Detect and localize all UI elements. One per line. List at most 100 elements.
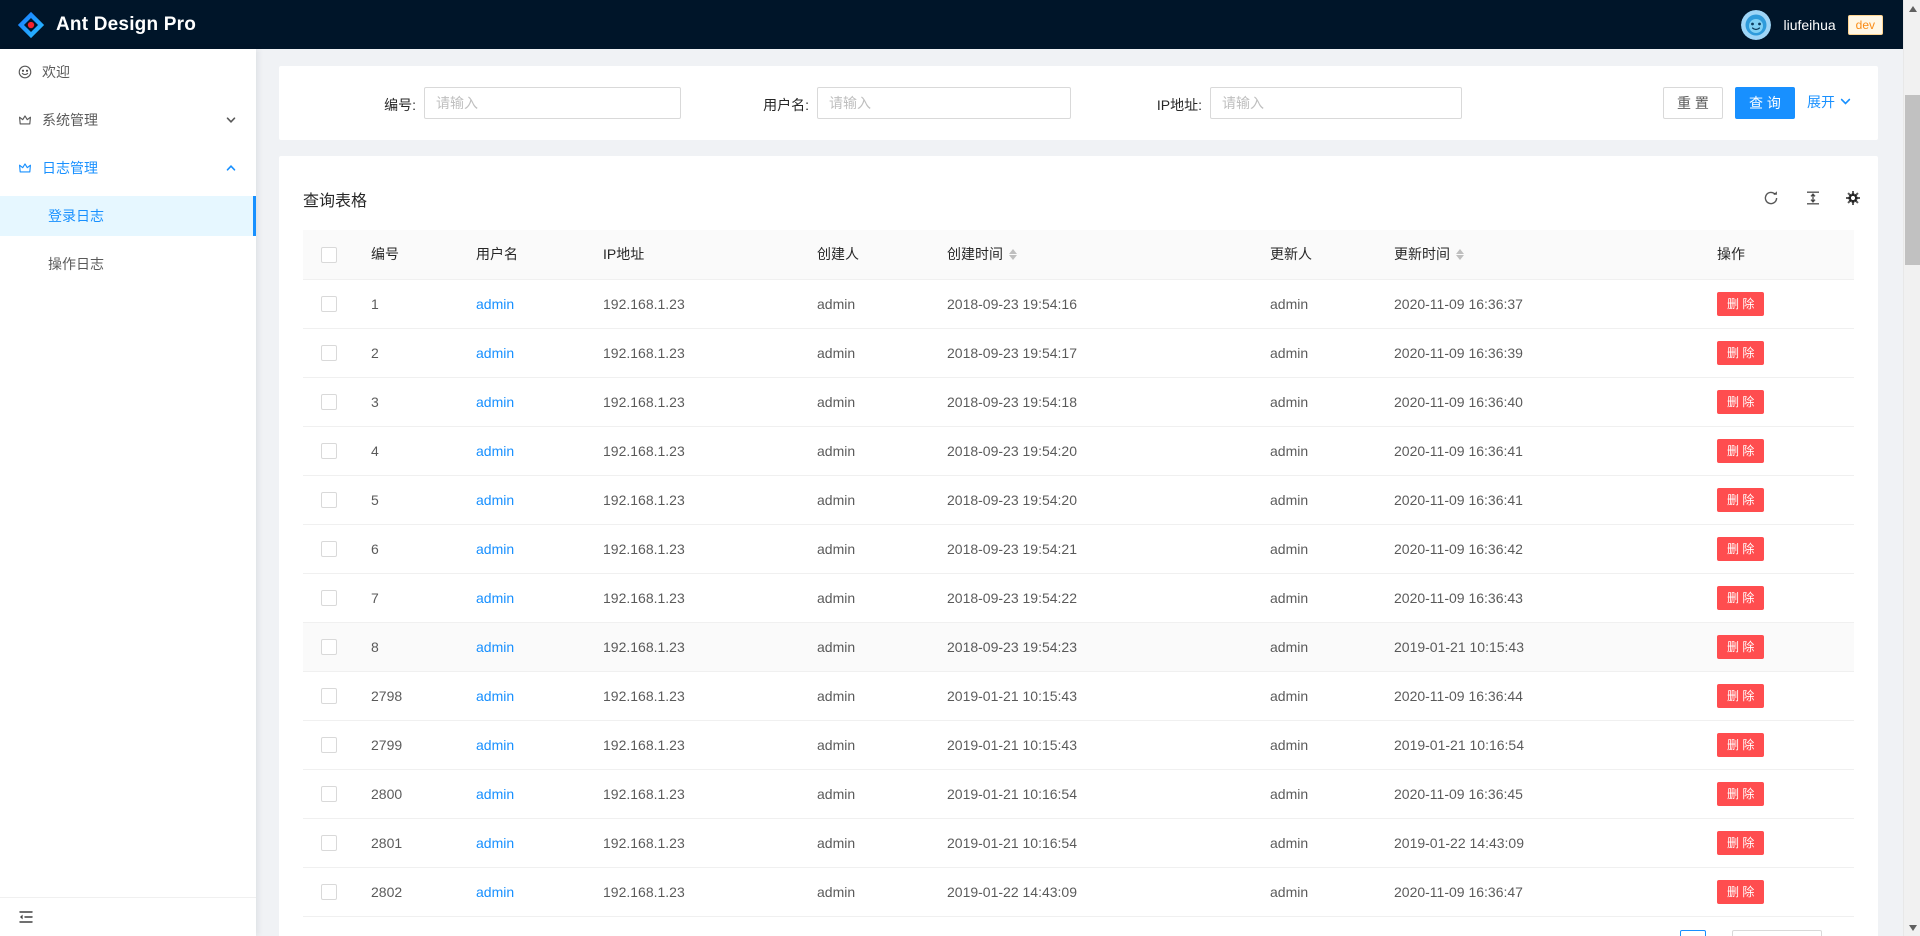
delete-button[interactable]: 删 除 [1717, 586, 1764, 610]
row-checkbox[interactable] [321, 345, 337, 361]
delete-button[interactable]: 删 除 [1717, 341, 1764, 365]
scrollbar-thumb[interactable] [1905, 95, 1920, 265]
sidebar-item-system-management[interactable]: 系统管理 [0, 100, 256, 140]
username-link[interactable]: admin [476, 541, 514, 557]
delete-button[interactable]: 删 除 [1717, 390, 1764, 414]
scrollbar-up-arrow[interactable] [1904, 0, 1920, 17]
delete-button[interactable]: 删 除 [1717, 831, 1764, 855]
user-name[interactable]: liufeihua [1783, 17, 1835, 33]
row-checkbox[interactable] [321, 394, 337, 410]
username-link[interactable]: admin [476, 835, 514, 851]
cell-username: admin [460, 279, 587, 328]
cell-actions: 删 除 [1701, 377, 1854, 426]
settings-icon[interactable] [1845, 190, 1861, 206]
delete-button[interactable]: 删 除 [1717, 684, 1764, 708]
cell-updated: 2020-11-09 16:36:37 [1378, 279, 1701, 328]
cell-id: 7 [355, 573, 460, 622]
username-link[interactable]: admin [476, 492, 514, 508]
sidebar-item-login-log[interactable]: 登录日志 [0, 196, 256, 236]
row-checkbox[interactable] [321, 492, 337, 508]
delete-button[interactable]: 删 除 [1717, 537, 1764, 561]
username-link[interactable]: admin [476, 639, 514, 655]
delete-button[interactable]: 删 除 [1717, 488, 1764, 512]
select-all-checkbox[interactable] [321, 247, 337, 263]
cell-ip: 192.168.1.23 [587, 279, 801, 328]
sidebar-item-operation-log[interactable]: 操作日志 [0, 244, 256, 284]
column-header[interactable]: 创建时间 [931, 230, 1254, 279]
cell-ip: 192.168.1.23 [587, 867, 801, 916]
sidebar-item-log-management[interactable]: 日志管理 [0, 148, 256, 188]
cell-id: 6 [355, 524, 460, 573]
cell-created: 2018-09-23 19:54:16 [931, 279, 1254, 328]
delete-button[interactable]: 删 除 [1717, 880, 1764, 904]
row-checkbox[interactable] [321, 688, 337, 704]
username-field[interactable] [817, 87, 1071, 119]
id-field[interactable] [424, 87, 681, 119]
query-button[interactable]: 查 询 [1735, 87, 1795, 119]
cell-ip: 192.168.1.23 [587, 769, 801, 818]
column-header: 更新人 [1254, 230, 1378, 279]
cell-updated: 2020-11-09 16:36:44 [1378, 671, 1701, 720]
username-link[interactable]: admin [476, 688, 514, 704]
cell-username: admin [460, 377, 587, 426]
cell-id: 1 [355, 279, 460, 328]
ip-field[interactable] [1210, 87, 1462, 119]
cell-actions: 删 除 [1701, 867, 1854, 916]
row-checkbox[interactable] [321, 639, 337, 655]
cell-username: admin [460, 524, 587, 573]
sidebar-item-welcome[interactable]: 欢迎 [0, 52, 256, 92]
cell-creator: admin [801, 524, 931, 573]
app-header: Ant Design Pro liufeihua dev [0, 0, 1903, 49]
scrollbar-down-arrow[interactable] [1904, 919, 1920, 936]
username-link[interactable]: admin [476, 786, 514, 802]
table-row: 8admin192.168.1.23admin2018-09-23 19:54:… [303, 622, 1854, 671]
row-checkbox[interactable] [321, 737, 337, 753]
delete-button[interactable]: 删 除 [1717, 439, 1764, 463]
username-link[interactable]: admin [476, 296, 514, 312]
column-header: 操作 [1701, 230, 1854, 279]
pagination-page-1-button[interactable] [1680, 930, 1706, 936]
table-row: 2798admin192.168.1.23admin2019-01-21 10:… [303, 671, 1854, 720]
table-row: 3admin192.168.1.23admin2018-09-23 19:54:… [303, 377, 1854, 426]
delete-button[interactable]: 删 除 [1717, 635, 1764, 659]
delete-button[interactable]: 删 除 [1717, 782, 1764, 806]
user-avatar[interactable] [1741, 10, 1771, 40]
row-checkbox[interactable] [321, 835, 337, 851]
cell-creator: admin [801, 769, 931, 818]
username-link[interactable]: admin [476, 884, 514, 900]
density-icon[interactable] [1805, 190, 1821, 206]
delete-button[interactable]: 删 除 [1717, 292, 1764, 316]
pagination-page-size-select[interactable] [1732, 930, 1822, 936]
username-link[interactable]: admin [476, 345, 514, 361]
cell-updater: admin [1254, 377, 1378, 426]
app-title: Ant Design Pro [56, 14, 196, 36]
cell-id: 2799 [355, 720, 460, 769]
username-link[interactable]: admin [476, 590, 514, 606]
cell-updater: admin [1254, 475, 1378, 524]
vertical-scrollbar[interactable] [1903, 0, 1920, 936]
table-row: 2802admin192.168.1.23admin2019-01-22 14:… [303, 867, 1854, 916]
row-checkbox[interactable] [321, 443, 337, 459]
expand-link[interactable]: 展开 [1807, 92, 1851, 112]
sort-carets-icon[interactable] [1009, 249, 1017, 260]
cell-ip: 192.168.1.23 [587, 622, 801, 671]
reload-icon[interactable] [1763, 190, 1779, 206]
username-link[interactable]: admin [476, 443, 514, 459]
row-checkbox[interactable] [321, 541, 337, 557]
column-header[interactable]: 更新时间 [1378, 230, 1701, 279]
reset-button[interactable]: 重 置 [1663, 87, 1723, 119]
row-checkbox[interactable] [321, 590, 337, 606]
row-checkbox[interactable] [321, 786, 337, 802]
logo-area[interactable]: Ant Design Pro [16, 10, 196, 40]
sidebar-footer [0, 897, 256, 936]
cell-ip: 192.168.1.23 [587, 475, 801, 524]
username-link[interactable]: admin [476, 737, 514, 753]
username-link[interactable]: admin [476, 394, 514, 410]
sort-carets-icon[interactable] [1456, 249, 1464, 260]
row-checkbox[interactable] [321, 296, 337, 312]
delete-button[interactable]: 删 除 [1717, 733, 1764, 757]
menu-fold-icon[interactable] [18, 909, 34, 925]
row-checkbox[interactable] [321, 884, 337, 900]
cell-ip: 192.168.1.23 [587, 671, 801, 720]
cell-username: admin [460, 769, 587, 818]
